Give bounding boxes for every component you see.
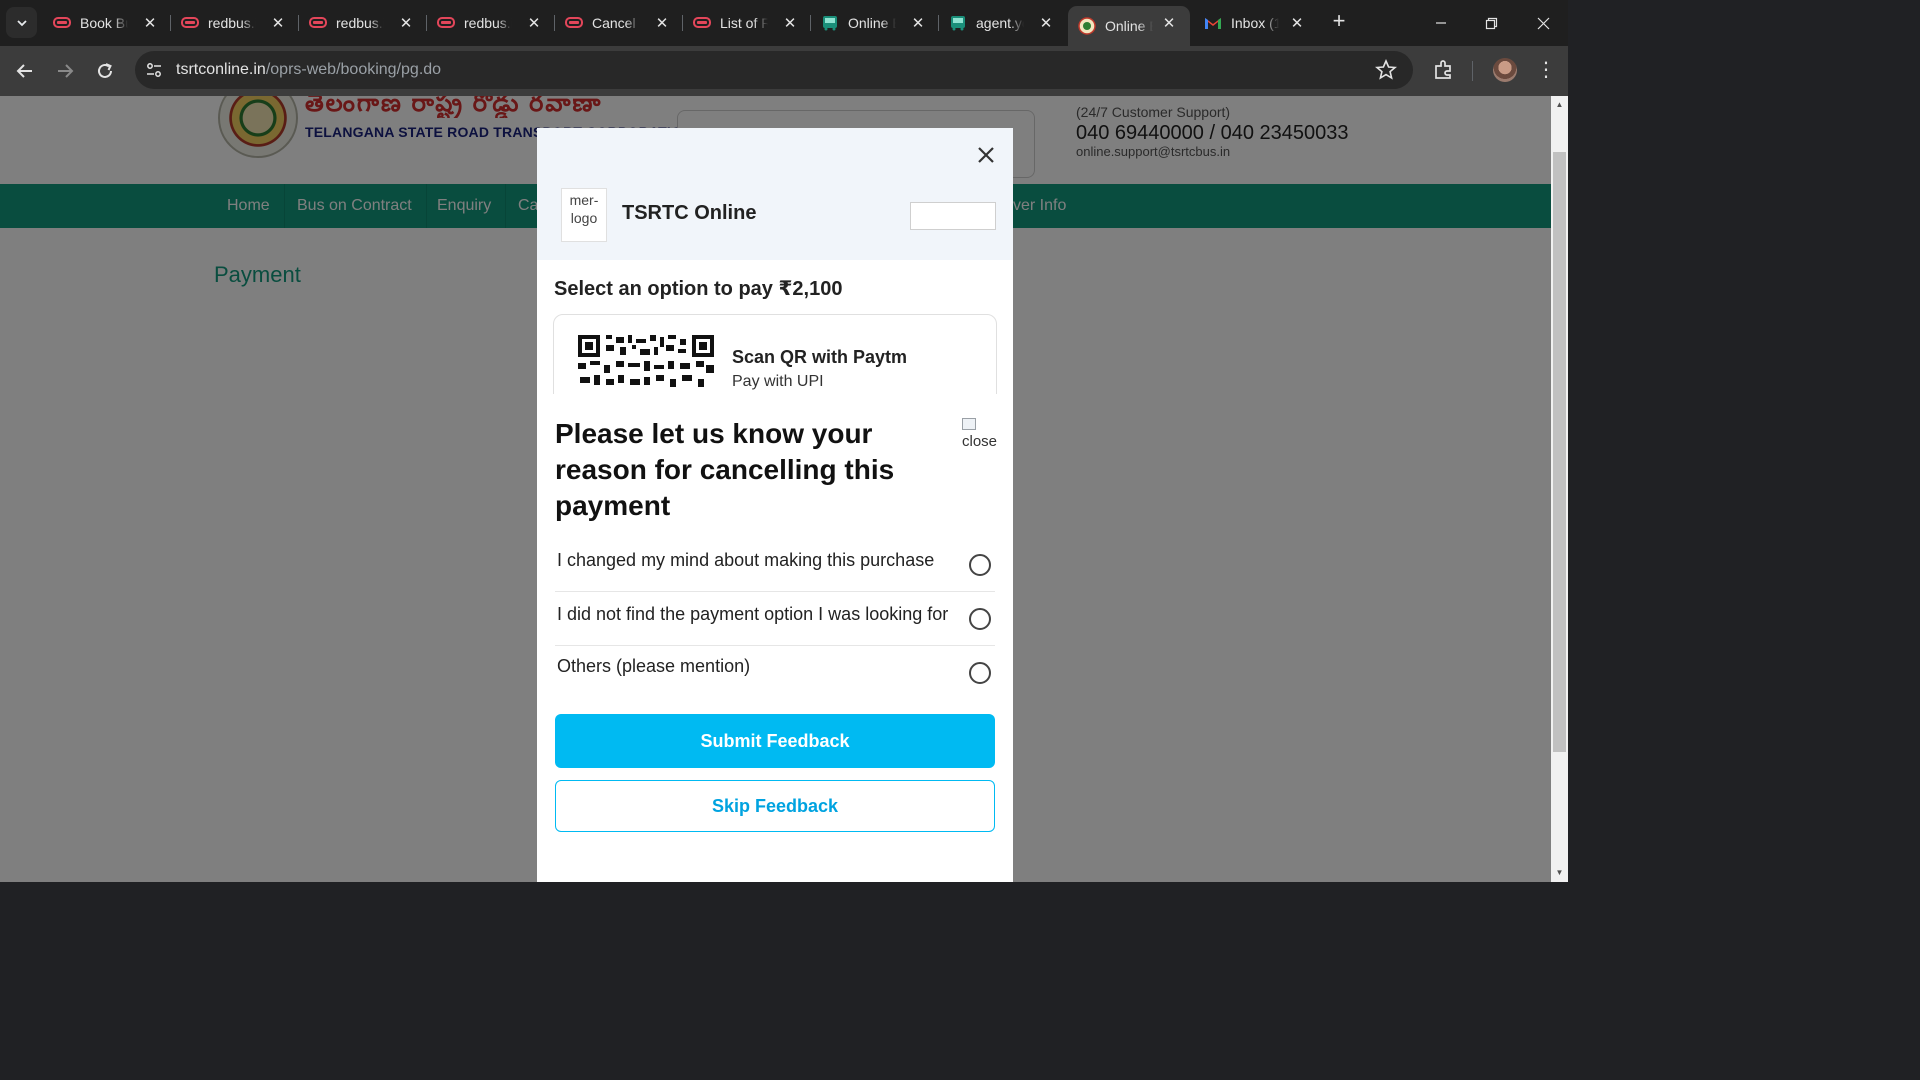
cancel-feedback-modal: Please let us know your reason for cance…	[537, 394, 1013, 850]
tab-close-icon[interactable]: ✕	[781, 14, 799, 32]
toolbar-divider	[1472, 61, 1473, 81]
feedback-title: Please let us know your reason for cance…	[555, 418, 895, 521]
tab-close-icon[interactable]: ✕	[1288, 14, 1306, 32]
feedback-option-label: Others (please mention)	[557, 656, 751, 676]
tab-title: Cancel Ticket	[592, 15, 640, 31]
merchant-logo: mer-logo	[561, 188, 607, 242]
tab-close-icon[interactable]: ✕	[397, 14, 415, 32]
tab-close-icon[interactable]: ✕	[653, 14, 671, 32]
feedback-close-button[interactable]: close	[962, 418, 1002, 454]
tab-title: Online Bus	[848, 15, 896, 31]
close-alt-text: close	[962, 433, 998, 450]
page-scrollbar[interactable]: ▲ ▼	[1551, 96, 1568, 882]
qr-code-icon	[576, 333, 716, 393]
redbus-icon	[693, 14, 711, 32]
browser-tab[interactable]: Book Bus Tickets ✕	[43, 6, 171, 40]
tab-title: Inbox (1)	[1231, 15, 1279, 31]
payment-header: mer-logo TSRTC Online	[537, 128, 1013, 260]
tab-title: redbus.in	[336, 15, 384, 31]
more-menu-icon[interactable]: ⋮	[1536, 58, 1556, 82]
window-close-icon[interactable]	[1530, 10, 1556, 36]
browser-tab[interactable]: redbus.in ✕	[171, 6, 299, 40]
browser-tab[interactable]: redbus.in ✕	[427, 6, 555, 40]
redbus-icon	[181, 14, 199, 32]
scroll-up-icon[interactable]: ▲	[1555, 100, 1564, 109]
restore-icon[interactable]	[1478, 10, 1504, 36]
tab-title: List of Routes	[720, 15, 768, 31]
feedback-option[interactable]: I did not find the payment option I was …	[555, 592, 995, 646]
forward-icon[interactable]	[52, 58, 78, 84]
scrollbar-thumb[interactable]	[1553, 152, 1566, 752]
address-bar[interactable]: tsrtconline.in/oprs-web/booking/pg.do	[135, 51, 1413, 89]
redbus-icon	[565, 14, 583, 32]
scroll-down-icon[interactable]: ▼	[1555, 868, 1564, 877]
tsrtc-page: తెలంగాణ రాష్ట్ర రోడ్డు రవాణా సంస్థ TELAN…	[0, 96, 1551, 882]
feedback-option-radio[interactable]	[969, 554, 991, 576]
tab-search-button[interactable]	[6, 7, 37, 38]
bookmark-star-icon[interactable]	[1375, 59, 1397, 81]
bus-icon	[821, 14, 839, 32]
feedback-option[interactable]: Others (please mention)	[555, 646, 995, 700]
tab-close-icon[interactable]: ✕	[909, 14, 927, 32]
tab-close-icon[interactable]: ✕	[269, 14, 287, 32]
submit-feedback-button[interactable]: Submit Feedback	[555, 714, 995, 768]
merchant-name: TSRTC Online	[622, 202, 757, 224]
close-icon[interactable]	[975, 144, 997, 166]
url-host: tsrtconline.in	[176, 61, 266, 78]
gmail-icon	[1204, 14, 1222, 32]
feedback-option-label: I did not find the payment option I was …	[557, 604, 949, 624]
profile-avatar[interactable]	[1493, 58, 1517, 82]
tab-strip: Book Bus Tickets ✕ redbus.in ✕ redbus.in…	[0, 0, 1568, 46]
extensions-icon[interactable]	[1432, 58, 1456, 82]
reload-icon[interactable]	[92, 58, 118, 84]
feedback-option[interactable]: I changed my mind about making this purc…	[555, 538, 995, 592]
tsrtc-icon	[1078, 17, 1096, 35]
minimize-icon[interactable]	[1428, 10, 1454, 36]
redbus-icon	[53, 14, 71, 32]
browser-tab[interactable]: List of Routes ✕	[683, 6, 811, 40]
tab-title: redbus.in	[208, 15, 256, 31]
feedback-option-radio[interactable]	[969, 662, 991, 684]
redbus-icon	[437, 14, 455, 32]
tab-close-icon[interactable]: ✕	[1037, 14, 1055, 32]
browser-toolbar: tsrtconline.in/oprs-web/booking/pg.do ⋮	[0, 46, 1568, 96]
bus-icon	[949, 14, 967, 32]
feedback-option-radio[interactable]	[969, 608, 991, 630]
pay-amount-prompt: Select an option to pay ₹2,100	[554, 278, 843, 300]
tab-close-icon[interactable]: ✕	[141, 14, 159, 32]
tab-title: agent.yolo	[976, 15, 1024, 31]
tab-title: Online Booking	[1105, 18, 1153, 34]
url-text[interactable]: tsrtconline.in/oprs-web/booking/pg.do	[176, 61, 441, 79]
browser-tab[interactable]: redbus.in ✕	[299, 6, 427, 40]
browser-tab-active[interactable]: Online Booking ✕	[1068, 6, 1190, 46]
tab-title: Book Bus Tickets	[80, 15, 128, 31]
site-info-icon[interactable]	[145, 61, 163, 79]
url-path: /oprs-web/booking/pg.do	[265, 61, 442, 78]
skip-feedback-button[interactable]: Skip Feedback	[555, 780, 995, 832]
qr-option-subtitle: Pay with UPI	[732, 373, 824, 390]
feedback-option-label: I changed my mind about making this purc…	[557, 550, 935, 570]
tab-close-icon[interactable]: ✕	[1160, 14, 1178, 32]
tab-close-icon[interactable]: ✕	[525, 14, 543, 32]
browser-tab[interactable]: Online Bus ✕	[811, 6, 939, 40]
qr-option-title: Scan QR with Paytm	[732, 347, 908, 367]
tab-title: redbus.in	[464, 15, 512, 31]
browser-tab[interactable]: agent.yolo ✕	[939, 6, 1067, 40]
back-icon[interactable]	[12, 58, 38, 84]
browser-tab[interactable]: Cancel Ticket ✕	[555, 6, 683, 40]
broken-image-icon	[962, 418, 976, 430]
chevron-down-icon	[16, 19, 27, 26]
browser-tab[interactable]: Inbox (1) ✕	[1194, 6, 1318, 40]
page-viewport: తెలంగాణ రాష్ట్ర రోడ్డు రవాణా సంస్థ TELAN…	[0, 96, 1568, 882]
broken-image	[910, 202, 996, 230]
new-tab-button[interactable]: +	[1327, 10, 1351, 34]
redbus-icon	[309, 14, 327, 32]
